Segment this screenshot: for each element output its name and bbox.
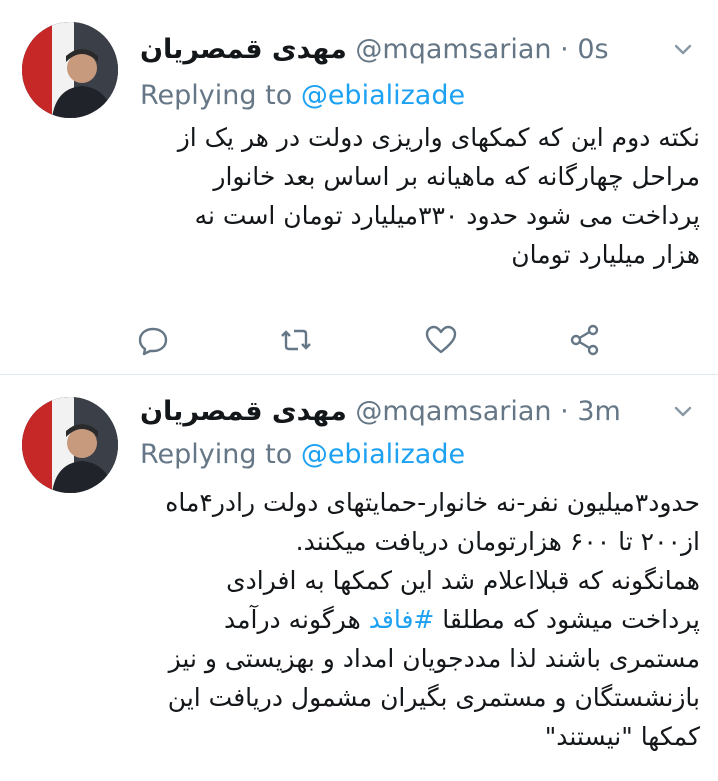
text-line: بازنشستگان و مستمری بگیران مشمول دریافت … bbox=[167, 683, 700, 712]
text-line: کمکها "نیستند" bbox=[544, 722, 700, 751]
text-line: پرداخت می شود حدود ۳۳۰میلیارد تومان است … bbox=[194, 201, 700, 230]
text-segment: پرداخت میشود که مطلقا bbox=[442, 605, 700, 634]
text-line: از۲۰۰ تا ۶۰۰ هزارتومان دریافت میکنند. bbox=[295, 527, 700, 556]
text-line: حدود۳میلیون نفر-نه خانوار-حمایتهای دولت … bbox=[165, 488, 700, 517]
reply-icon[interactable] bbox=[135, 322, 171, 358]
share-icon[interactable] bbox=[567, 322, 603, 358]
separator: · bbox=[560, 396, 569, 427]
text-segment: هرگونه درآمد bbox=[224, 605, 361, 634]
timestamp[interactable]: 0s bbox=[577, 34, 608, 65]
display-name[interactable]: مهدی قمصریان bbox=[140, 396, 347, 427]
tweet-header: مهدی قمصریان @mqamsarian · 0s bbox=[140, 30, 658, 70]
separator: · bbox=[560, 34, 569, 65]
chevron-down-icon[interactable] bbox=[670, 398, 696, 424]
replying-to: Replying to @ebializade bbox=[140, 78, 465, 114]
text-line: پرداخت میشود که مطلقا #فاقد هرگونه درآمد bbox=[140, 600, 700, 639]
replying-label: Replying to bbox=[140, 80, 293, 111]
text-line: هزار میلیارد تومان bbox=[511, 240, 700, 269]
text-line: مراحل چهارگانه که ماهیانه بر اساس بعد خا… bbox=[213, 162, 700, 191]
avatar[interactable] bbox=[22, 22, 118, 118]
text-line: مستمری باشند لذا مددجویان امداد و بهزیست… bbox=[168, 644, 700, 673]
tweet-text: حدود۳میلیون نفر-نه خانوار-حمایتهای دولت … bbox=[140, 483, 700, 756]
avatar[interactable] bbox=[22, 397, 118, 493]
tweet-header: مهدی قمصریان @mqamsarian · 3m bbox=[140, 392, 658, 432]
text-line: همانگونه که قبلااعلام شد این کمکها به اف… bbox=[226, 566, 700, 595]
replying-handle[interactable]: @ebializade bbox=[301, 439, 465, 470]
replying-handle[interactable]: @ebializade bbox=[301, 80, 465, 111]
display-name[interactable]: مهدی قمصریان bbox=[140, 34, 347, 65]
timestamp[interactable]: 3m bbox=[577, 396, 620, 427]
tweet-2[interactable]: مهدی قمصریان @mqamsarian · 3m Replying t… bbox=[0, 375, 718, 781]
like-icon[interactable] bbox=[423, 322, 459, 358]
action-bar bbox=[135, 322, 688, 362]
retweet-icon[interactable] bbox=[278, 322, 314, 358]
replying-to: Replying to @ebializade bbox=[140, 437, 465, 473]
tweet-text: نکته دوم این که کمکهای واریزی دولت در هر… bbox=[140, 118, 700, 274]
handle[interactable]: @mqamsarian bbox=[355, 396, 551, 427]
hashtag-link[interactable]: #فاقد bbox=[369, 605, 435, 634]
replying-label: Replying to bbox=[140, 439, 293, 470]
text-line: نکته دوم این که کمکهای واریزی دولت در هر… bbox=[177, 123, 700, 152]
chevron-down-icon[interactable] bbox=[670, 36, 696, 62]
tweet-1[interactable]: مهدی قمصریان @mqamsarian · 0s Replying t… bbox=[0, 0, 718, 375]
handle[interactable]: @mqamsarian bbox=[355, 34, 551, 65]
